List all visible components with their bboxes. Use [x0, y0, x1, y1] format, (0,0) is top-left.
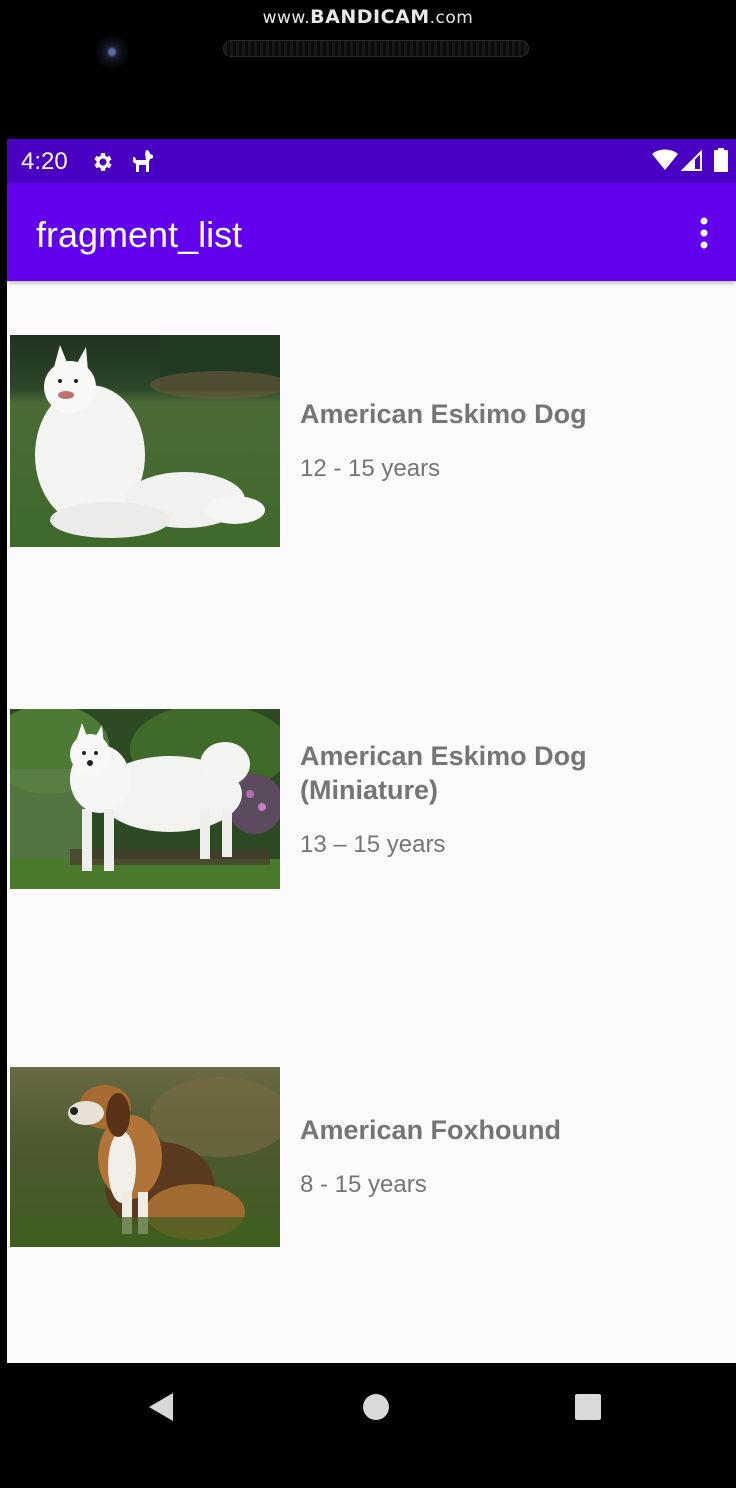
breed-life-span: 13 – 15 years: [300, 831, 446, 858]
recording-watermark: www.BANDICAM.com: [262, 6, 474, 28]
list-item[interactable]: American Eskimo Dog (Miniature) 13 – 15 …: [7, 709, 736, 889]
breed-life-span: 12 - 15 years: [300, 455, 441, 482]
breed-image: [10, 709, 280, 889]
app-title: fragment_list: [36, 214, 243, 255]
signal-icon: [680, 149, 703, 176]
recents-icon[interactable]: [574, 1393, 602, 1426]
breed-name: American Eskimo Dog (Miniature): [300, 741, 587, 805]
breed-name: American Eskimo Dog: [300, 399, 587, 429]
breed-image: [10, 1067, 280, 1247]
home-icon[interactable]: [362, 1393, 390, 1426]
list-item[interactable]: American Eskimo Dog 12 - 15 years: [7, 335, 736, 547]
more-vert-icon[interactable]: [689, 213, 719, 253]
front-camera: [96, 36, 128, 68]
app-bar: fragment_list: [7, 183, 736, 281]
wifi-icon: [652, 149, 678, 176]
navigation-bar: [0, 1363, 736, 1488]
breed-image: [10, 335, 280, 547]
device-screen: 4:20 fragment_list American Eskimo Dog 1…: [7, 139, 736, 1363]
settings-icon: [91, 150, 115, 179]
list-item[interactable]: American Foxhound 8 - 15 years: [7, 1067, 736, 1247]
breed-name: American Foxhound: [300, 1115, 562, 1145]
dog-icon: [128, 148, 156, 179]
status-time: 4:20: [21, 148, 68, 175]
device-top-bezel: www.BANDICAM.com: [0, 0, 736, 139]
battery-icon: [714, 148, 728, 177]
back-icon[interactable]: [147, 1391, 175, 1428]
status-bar: 4:20: [7, 139, 736, 183]
breed-life-span: 8 - 15 years: [300, 1171, 427, 1198]
earpiece-speaker: [223, 40, 529, 57]
